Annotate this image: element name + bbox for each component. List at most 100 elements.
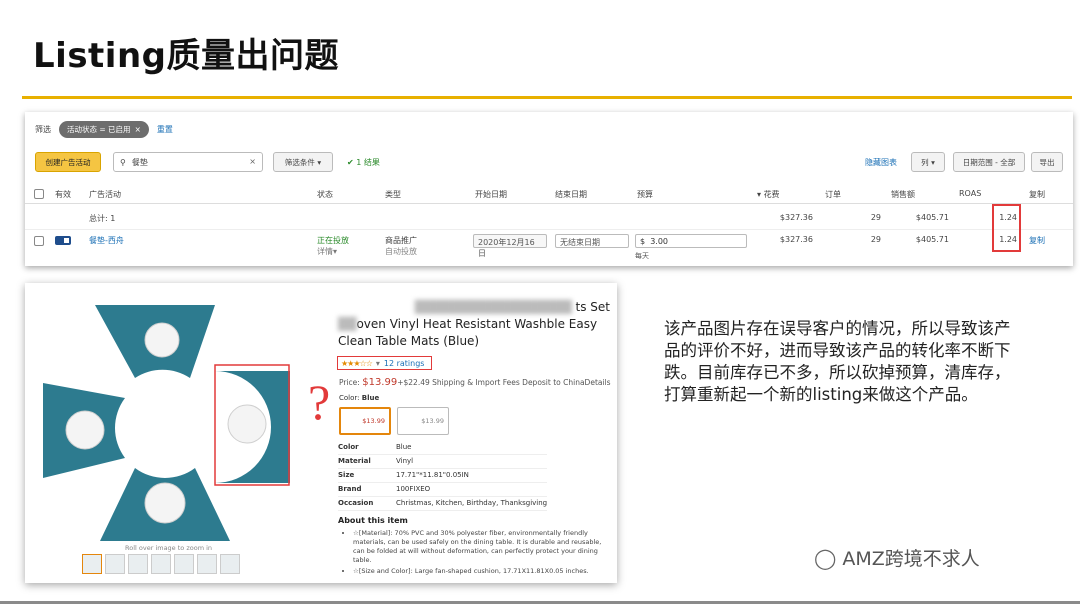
zoom-hint: Roll over image to zoom in bbox=[125, 544, 213, 552]
title-line2: oven Vinyl Heat Resistant Washble Easy bbox=[356, 317, 598, 331]
attribute-key: Material bbox=[338, 457, 371, 465]
thumbnail[interactable] bbox=[220, 554, 240, 574]
header-orders[interactable]: 订单 bbox=[825, 189, 841, 200]
chevron-down-icon: ▾ bbox=[317, 157, 322, 167]
attribute-key: Occasion bbox=[338, 499, 374, 507]
thumbnail[interactable] bbox=[151, 554, 171, 574]
swatch-price: $13.99 bbox=[421, 417, 444, 425]
price-label: Price: bbox=[339, 378, 360, 387]
price-line: Price: $13.99+$22.49 Shipping & Import F… bbox=[339, 377, 611, 388]
chevron-down-icon: ▾ bbox=[375, 358, 380, 368]
header-status[interactable]: 状态 bbox=[317, 189, 333, 200]
row-sales: $405.71 bbox=[915, 235, 949, 244]
header-active[interactable]: 有效 bbox=[55, 189, 71, 200]
watermark: ◯ AMZ跨境不求人 bbox=[814, 544, 980, 571]
budget-currency: $ bbox=[640, 237, 646, 246]
clear-icon[interactable]: × bbox=[249, 157, 256, 166]
close-icon[interactable]: × bbox=[135, 125, 141, 134]
about-item: ☆[Material]: 70% PVC and 30% polyester f… bbox=[353, 529, 603, 565]
header-type[interactable]: 类型 bbox=[385, 189, 401, 200]
select-all-checkbox[interactable] bbox=[34, 189, 44, 199]
create-campaign-button[interactable]: 创建广告活动 bbox=[35, 152, 101, 172]
attribute-row: Size 17.71"*11.81"0.05IN bbox=[338, 469, 548, 483]
type-sub-text: 自动投放 bbox=[385, 247, 417, 256]
start-date-field[interactable]: 2020年12月16日 bbox=[473, 234, 547, 258]
plate-right bbox=[227, 404, 267, 444]
plate-left bbox=[65, 410, 105, 450]
header-start-date[interactable]: 开始日期 bbox=[475, 189, 507, 200]
about-heading: About this item bbox=[338, 516, 408, 525]
date-range-button[interactable]: 日期范围 - 全部 bbox=[953, 152, 1025, 172]
title-blurred-line: █████████████████ ts Set bbox=[338, 299, 610, 316]
status-details-link[interactable]: 详情▾ bbox=[317, 246, 337, 257]
filter-conditions-label: 筛选条件 bbox=[284, 157, 315, 167]
campaign-name-link[interactable]: 餐垫-西舟 bbox=[89, 235, 124, 246]
roas-highlight-box bbox=[992, 204, 1021, 252]
product-listing-panel: ? █████████████████ ts Set ██oven Vinyl … bbox=[25, 283, 617, 583]
thumbnail[interactable] bbox=[105, 554, 125, 574]
end-date-field[interactable]: 无结束日期 bbox=[555, 234, 629, 248]
attribute-value: Christmas, Kitchen, Birthday, Thanksgivi… bbox=[396, 499, 548, 507]
header-sales[interactable]: 销售额 bbox=[891, 189, 915, 200]
chevron-down-icon: ▾ bbox=[333, 247, 338, 256]
row-orders: 29 bbox=[870, 235, 881, 244]
active-toggle[interactable] bbox=[55, 236, 71, 245]
thumbnail[interactable] bbox=[197, 554, 217, 574]
budget-input[interactable]: $ 3.00 bbox=[635, 234, 747, 248]
reset-link[interactable]: 重置 bbox=[157, 124, 173, 135]
copy-link[interactable]: 复制 bbox=[1029, 235, 1045, 246]
total-orders: 29 bbox=[870, 213, 881, 222]
about-item: ☆[Size and Color]: Large fan-shaped cush… bbox=[353, 567, 603, 576]
filter-chip[interactable]: 活动状态 = 已启用 × bbox=[59, 120, 149, 138]
thumbnail[interactable] bbox=[174, 554, 194, 574]
table-row[interactable]: 餐垫-西舟 正在投放 详情▾ 商品推广 自动投放 2020年12月16日 无结束… bbox=[25, 229, 1073, 260]
total-sales: $405.71 bbox=[915, 213, 949, 222]
header-spend-label: 花费 bbox=[763, 190, 780, 199]
product-image-placemats[interactable] bbox=[25, 283, 335, 583]
title-line2-wrap: ██oven Vinyl Heat Resistant Washble Easy bbox=[338, 316, 610, 333]
total-spend: $327.36 bbox=[779, 213, 813, 222]
header-end-date[interactable]: 结束日期 bbox=[555, 189, 587, 200]
columns-button[interactable]: 列 ▾ bbox=[911, 152, 945, 172]
attribute-row: Brand 100FIXEO bbox=[338, 483, 548, 497]
thumbnail[interactable] bbox=[128, 554, 148, 574]
title-line1: ts Set bbox=[575, 300, 610, 314]
question-mark: ? bbox=[308, 374, 331, 430]
filter-conditions-button[interactable]: 筛选条件 ▾ bbox=[273, 152, 333, 172]
rating-count[interactable]: 12 ratings bbox=[384, 359, 425, 368]
star-rating-icon: ★★★☆☆ bbox=[341, 358, 373, 368]
color-swatch[interactable]: $13.99 bbox=[397, 407, 449, 435]
thumbnail[interactable] bbox=[82, 554, 102, 574]
row-checkbox[interactable] bbox=[34, 236, 44, 246]
export-button[interactable]: 导出 bbox=[1031, 152, 1063, 172]
plate-top bbox=[144, 322, 180, 358]
header-budget[interactable]: 预算 bbox=[637, 189, 653, 200]
attribute-key: Color bbox=[338, 443, 359, 451]
slide-description: 该产品图片存在误导客户的情况，所以导致该产品的评价不好，进而导致该产品的转化率不… bbox=[664, 319, 1011, 404]
price-amount: $13.99 bbox=[362, 377, 398, 388]
swatch-price: $13.99 bbox=[362, 417, 385, 425]
color-value: Blue bbox=[361, 394, 380, 402]
hide-chart-link[interactable]: 隐藏图表 bbox=[865, 157, 897, 168]
shipping-text: +$22.49 Shipping & Import Fees Deposit t… bbox=[397, 378, 611, 387]
row-spend: $327.36 bbox=[779, 235, 813, 244]
toolbar: 创建广告活动 ⚲ 餐垫 × 筛选条件 ▾ ✔ 1 结果 隐藏图表 列 ▾ 日期范… bbox=[35, 152, 1063, 172]
header-copy: 复制 bbox=[1029, 190, 1045, 199]
budget-value: 3.00 bbox=[650, 237, 668, 246]
chevron-down-icon: ▾ bbox=[931, 157, 935, 167]
attribute-key: Size bbox=[338, 471, 355, 479]
attribute-value: 17.71"*11.81"0.05IN bbox=[396, 471, 469, 479]
attribute-key: Brand bbox=[338, 485, 362, 493]
header-campaign[interactable]: 广告活动 bbox=[89, 189, 121, 200]
search-input[interactable]: ⚲ 餐垫 × bbox=[113, 152, 263, 172]
title-line3: Clean Table Mats (Blue) bbox=[338, 334, 480, 348]
budget-period: 每天 bbox=[635, 252, 649, 260]
thumbnail-strip bbox=[82, 554, 240, 574]
header-roas[interactable]: ROAS bbox=[959, 189, 981, 198]
table-header: 有效 广告活动 状态 类型 开始日期 结束日期 预算 ▾ 花费 订单 销售额 R… bbox=[25, 184, 1073, 204]
color-swatch-selected[interactable]: $13.99 bbox=[339, 407, 391, 435]
rating-summary[interactable]: ★★★☆☆ ▾ 12 ratings bbox=[337, 356, 432, 370]
watermark-text: AMZ跨境不求人 bbox=[842, 548, 980, 570]
header-spend[interactable]: ▾ 花费 bbox=[757, 189, 780, 200]
total-row: 总计: 1 $327.36 29 $405.71 1.24 bbox=[25, 209, 1073, 225]
